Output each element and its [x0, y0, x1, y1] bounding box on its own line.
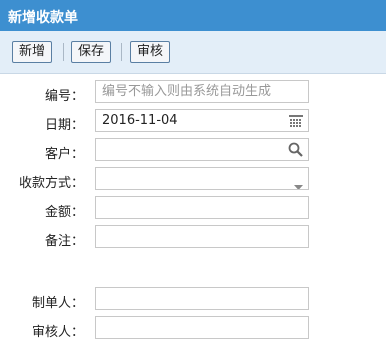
remark-field[interactable] [95, 225, 309, 248]
number-label: 编号： [44, 89, 84, 104]
number-placeholder: 编号不输入则由系统自动生成 [102, 84, 272, 99]
date-value: 2016-11-04 [102, 113, 178, 128]
date-field[interactable]: 2016-11-04 [95, 109, 309, 132]
search-icon[interactable] [288, 142, 303, 160]
auditor-field[interactable] [95, 316, 309, 339]
toolbar-divider [63, 43, 64, 61]
chevron-down-icon[interactable] [294, 176, 303, 189]
remark-label: 备注： [44, 234, 84, 249]
amount-field[interactable] [95, 196, 309, 219]
payment-method-select[interactable] [95, 167, 309, 190]
creator-field[interactable] [95, 287, 309, 310]
toolbar: 新增 保存 审核 [0, 31, 386, 74]
save-button[interactable]: 保存 [71, 41, 112, 63]
customer-field[interactable] [95, 138, 309, 161]
amount-label: 金额： [44, 205, 84, 220]
number-field[interactable]: 编号不输入则由系统自动生成 [95, 80, 309, 103]
customer-label: 客户： [44, 147, 84, 162]
window-titlebar: 新增收款单 [0, 0, 386, 31]
payment-method-label: 收款方式： [18, 176, 84, 191]
audit-button[interactable]: 审核 [130, 41, 171, 63]
new-button[interactable]: 新增 [12, 41, 53, 63]
auditor-label: 审核人： [31, 325, 84, 340]
toolbar-divider [121, 43, 122, 61]
creator-label: 制单人： [31, 296, 84, 311]
calendar-icon[interactable] [289, 114, 303, 131]
date-label: 日期： [44, 118, 84, 133]
window-title: 新增收款单 [8, 10, 78, 26]
